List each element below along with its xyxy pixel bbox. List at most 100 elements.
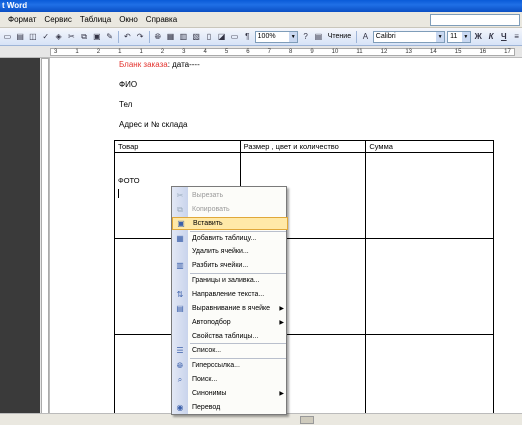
- table-cell[interactable]: [365, 238, 494, 335]
- context-menu-item[interactable]: ◉ Перевод: [172, 401, 288, 414]
- table-cell[interactable]: [365, 152, 494, 239]
- open-icon[interactable]: ▭: [2, 31, 13, 43]
- menu-help[interactable]: Справка: [142, 15, 181, 24]
- search-icon: ⌕: [177, 374, 183, 384]
- window-title: t Word: [0, 0, 522, 12]
- research-icon[interactable]: ◈: [53, 31, 64, 43]
- context-menu-item[interactable]: Синонимы ▶: [172, 387, 288, 400]
- zoom-combo[interactable]: 100% ▼: [254, 30, 299, 43]
- font-name-value: Calibri: [375, 32, 396, 40]
- spelling-icon[interactable]: ✓: [40, 31, 51, 43]
- menu-separator: [190, 358, 286, 359]
- context-menu-item[interactable]: Автоподбор ▶: [172, 316, 288, 329]
- ruler-number: 8: [288, 49, 293, 55]
- preview-icon[interactable]: ◫: [28, 31, 39, 43]
- ruler-number: 13: [405, 49, 413, 55]
- horizontal-ruler[interactable]: 3 1 2 1 1 2 3 4 5 6 7 8 9 10 11 12 13 14 15 16 17: [0, 46, 522, 58]
- context-menu-item[interactable]: ⇅ Направление текста...: [172, 288, 288, 301]
- show-hide-icon[interactable]: ¶: [242, 31, 253, 43]
- blank-icon: [172, 245, 188, 258]
- ruler-number: 2: [160, 49, 165, 55]
- font-name-combo[interactable]: Calibri ▼: [372, 30, 446, 43]
- context-menu-item-label: Добавить таблицу...: [192, 235, 257, 242]
- vertical-ruler[interactable]: [40, 58, 50, 415]
- context-menu-item[interactable]: ▥ Разбить ячейки...: [172, 259, 288, 272]
- blank-icon: [172, 274, 188, 287]
- drawing-icon[interactable]: ◪: [216, 31, 227, 43]
- paste-icon: ▣: [177, 219, 185, 228]
- context-menu-item-label: Разбить ячейки...: [192, 262, 249, 269]
- context-menu-item[interactable]: 🌐︎ Гиперссылка...: [172, 359, 288, 372]
- copy-icon[interactable]: ⧉: [79, 31, 90, 43]
- context-menu-item[interactable]: ▦ Добавить таблицу...: [172, 232, 288, 245]
- context-menu-item[interactable]: ☰ Список...: [172, 344, 288, 357]
- redo-icon[interactable]: ↷: [135, 31, 146, 43]
- submenu-arrow-icon: ▶: [279, 306, 284, 312]
- order-form-label: Бланк заказа: [119, 60, 168, 69]
- header-size-color-qty[interactable]: Размер , цвет и количество: [239, 140, 367, 153]
- tables-borders-icon[interactable]: ▦: [165, 31, 176, 43]
- doc-map-icon[interactable]: ▭: [229, 31, 240, 43]
- italic-button[interactable]: К: [486, 31, 497, 43]
- context-menu-item[interactable]: ⧉ Копировать: [172, 203, 288, 216]
- ruler-number: 17: [504, 49, 511, 55]
- context-menu-item[interactable]: Свойства таблицы...: [172, 330, 288, 343]
- bullet-list-icon: ☰: [176, 346, 184, 355]
- context-menu-item-label: Границы и заливка...: [192, 277, 260, 284]
- reading-layout-icon[interactable]: ▤: [313, 31, 324, 43]
- context-menu-item-label: Вставить: [193, 220, 223, 227]
- context-menu-item[interactable]: ✂ Вырезать: [172, 189, 288, 202]
- hyperlink-icon: 🌐︎: [176, 360, 184, 370]
- cut-icon[interactable]: ✂: [66, 31, 77, 43]
- header-product[interactable]: Товар: [114, 140, 241, 153]
- ruler-number: 3: [54, 49, 58, 55]
- submenu-arrow-icon: ▶: [279, 320, 284, 326]
- menu-format[interactable]: Формат: [4, 15, 40, 24]
- hyperlink-icon[interactable]: 🌐︎: [152, 31, 163, 43]
- style-icon[interactable]: A: [360, 31, 371, 43]
- bold-button[interactable]: Ж: [473, 31, 484, 43]
- print-icon[interactable]: ▤: [15, 31, 26, 43]
- context-menu-item[interactable]: Границы и заливка...: [172, 274, 288, 287]
- context-menu-item[interactable]: ▣ Вставить: [172, 217, 288, 230]
- context-menu-item[interactable]: ▤ Выравнивание в ячейке ▶: [172, 302, 288, 315]
- format-painter-icon[interactable]: ✎: [104, 31, 115, 43]
- scroll-thumb[interactable]: [300, 416, 314, 424]
- ruler-number: 2: [96, 49, 101, 55]
- menu-table[interactable]: Таблица: [76, 15, 115, 24]
- help-question-box[interactable]: [430, 14, 520, 26]
- blank-icon: [172, 387, 188, 400]
- insert-table-icon[interactable]: ▥: [178, 31, 189, 43]
- menu-service[interactable]: Сервис: [40, 15, 75, 24]
- insert-excel-icon[interactable]: ▧: [191, 31, 202, 43]
- columns-icon[interactable]: ▯: [204, 31, 215, 43]
- context-menu-item-label: Вырезать: [192, 192, 224, 199]
- split-cells-icon: ▥: [176, 261, 184, 270]
- insert-table-icon: ▦: [176, 234, 184, 243]
- context-menu-item-label: Гиперссылка...: [192, 362, 240, 369]
- order-date-text: : дата----: [167, 60, 200, 69]
- reading-button[interactable]: Чтение: [326, 33, 353, 40]
- ruler-number: 16: [479, 49, 487, 55]
- ruler-number: 6: [246, 49, 250, 55]
- header-sum[interactable]: Сумма: [365, 140, 494, 153]
- help-icon[interactable]: ?: [300, 31, 311, 43]
- paste-icon[interactable]: ▣: [91, 31, 102, 43]
- table-cell[interactable]: [365, 334, 494, 417]
- ruler-number: 5: [224, 49, 229, 55]
- font-size-combo[interactable]: 11 ▼: [447, 30, 471, 43]
- menu-bar: Формат Сервис Таблица Окно Справка: [0, 12, 522, 28]
- zoom-value: 100%: [257, 32, 276, 40]
- align-left-icon[interactable]: ≡: [511, 31, 522, 43]
- order-form-line: Бланк заказа: дата----: [119, 60, 200, 69]
- underline-button[interactable]: Ч: [498, 31, 509, 43]
- context-menu-item[interactable]: Удалить ячейки...: [172, 245, 288, 258]
- context-menu-item[interactable]: ⌕ Поиск...: [172, 373, 288, 386]
- toolbar-separator: [148, 30, 150, 43]
- ruler-number: 9: [310, 49, 314, 55]
- menu-window[interactable]: Окно: [115, 15, 142, 24]
- context-menu-item-label: Синонимы: [192, 390, 227, 397]
- scissors-icon: ✂: [176, 191, 184, 200]
- undo-icon[interactable]: ↶: [122, 31, 133, 43]
- context-menu: ✂ Вырезать ⧉ Копировать ▣ Вставить ▦ Добавить т…: [171, 186, 288, 415]
